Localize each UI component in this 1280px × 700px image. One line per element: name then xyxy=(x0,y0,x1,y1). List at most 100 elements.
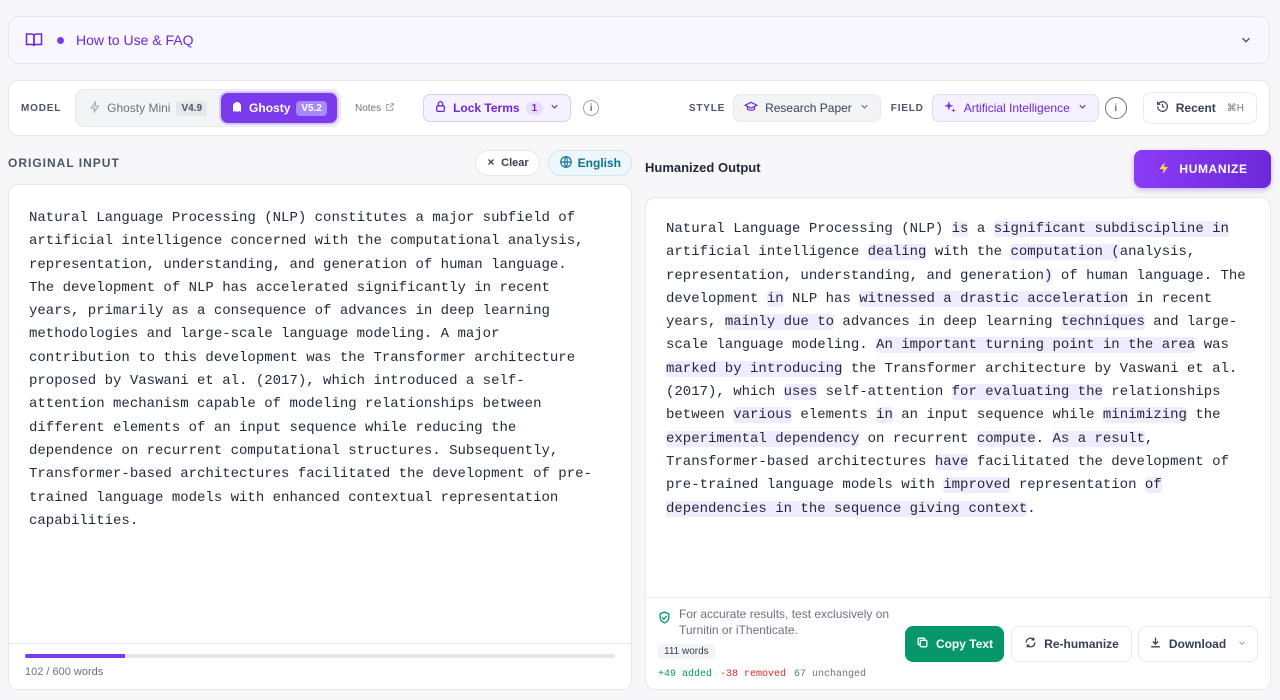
model-name: Ghosty xyxy=(249,101,291,115)
unchanged-phrase: artificial intelligence xyxy=(666,244,868,261)
chevron-down-icon xyxy=(1077,101,1088,115)
input-word-count: 102 / 600 words xyxy=(25,666,104,678)
unchanged-count: 67 unchanged xyxy=(794,669,867,680)
recent-label: Recent xyxy=(1175,101,1216,115)
accuracy-disclaimer: For accurate results, test exclusively o… xyxy=(658,606,898,638)
removed-count: -38 removed xyxy=(720,669,787,680)
changed-phrase: As a result xyxy=(1052,430,1145,447)
recent-button[interactable]: Recent ⌘H xyxy=(1142,92,1257,124)
changed-phrase: in xyxy=(766,290,784,307)
download-icon xyxy=(1149,636,1162,652)
changed-phrase: experimental dependency xyxy=(666,430,860,447)
re-humanize-button[interactable]: Re-humanize xyxy=(1011,626,1132,662)
changed-phrase: computation ( xyxy=(1010,244,1120,261)
model-selector: Ghosty Mini V4.9 Ghosty V5.2 xyxy=(75,89,341,127)
copy-label: Copy Text xyxy=(935,637,994,651)
humanize-label: HUMANIZE xyxy=(1179,162,1248,176)
sparkle-icon xyxy=(943,100,957,117)
output-footer: For accurate results, test exclusively o… xyxy=(646,597,1270,689)
changed-phrase: improved xyxy=(943,477,1011,494)
field-select[interactable]: Artificial Intelligence xyxy=(931,94,1099,122)
progress-fill xyxy=(25,654,126,658)
unchanged-phrase: representation xyxy=(1010,477,1145,494)
original-input-text[interactable]: Natural Language Processing (NLP) consti… xyxy=(29,207,619,533)
model-ghosty-mini-button[interactable]: Ghosty Mini V4.9 xyxy=(79,93,217,123)
bolt-icon xyxy=(89,99,101,116)
changed-phrase: minimizing xyxy=(1102,407,1187,424)
unchanged-phrase: a xyxy=(968,221,994,237)
chevron-down-icon[interactable] xyxy=(1239,33,1253,47)
changed-phrase: marked by introducing xyxy=(666,360,843,377)
download-label: Download xyxy=(1168,637,1227,651)
original-input-panel[interactable]: Natural Language Processing (NLP) consti… xyxy=(8,184,632,690)
humanized-output-panel: Natural Language Processing (NLP) is a s… xyxy=(645,197,1271,690)
unchanged-phrase: . xyxy=(1027,500,1036,517)
lock-icon xyxy=(434,100,447,116)
style-select[interactable]: Research Paper xyxy=(733,94,881,122)
unchanged-phrase: Natural Language Processing (NLP) xyxy=(666,221,952,237)
language-button[interactable]: English xyxy=(547,150,632,176)
notes-link[interactable]: Notes xyxy=(355,102,395,115)
added-count: +49 added xyxy=(658,669,713,680)
faq-dot xyxy=(57,36,64,44)
clear-button[interactable]: Clear xyxy=(475,150,540,176)
changed-phrase: various xyxy=(733,407,793,424)
lock-terms-label: Lock Terms xyxy=(453,101,520,115)
history-icon xyxy=(1156,100,1169,116)
copy-text-button[interactable]: Copy Text xyxy=(905,626,1004,662)
recent-shortcut: ⌘H xyxy=(1226,102,1244,114)
word-limit-progress xyxy=(25,654,615,658)
changed-phrase: for evaluating the xyxy=(951,384,1103,401)
lock-terms-button[interactable]: Lock Terms 1 xyxy=(423,94,572,122)
unchanged-phrase: the xyxy=(1186,407,1221,424)
changed-phrase: dealing xyxy=(867,244,927,261)
unchanged-phrase: elements xyxy=(792,407,877,424)
field-info-icon[interactable]: i xyxy=(1104,97,1127,119)
field-value: Artificial Intelligence xyxy=(963,101,1070,115)
graduation-cap-icon xyxy=(743,100,759,117)
download-button[interactable]: Download xyxy=(1138,626,1258,662)
faq-title: How to Use & FAQ xyxy=(76,32,194,48)
chevron-down-icon xyxy=(1237,637,1247,651)
changed-phrase: compute xyxy=(976,430,1036,447)
humanized-output-title: Humanized Output xyxy=(645,160,761,175)
faq-bar[interactable]: How to Use & FAQ xyxy=(8,16,1270,64)
clear-label: Clear xyxy=(501,157,529,169)
info-icon[interactable]: i xyxy=(583,100,600,116)
unchanged-phrase: NLP has xyxy=(783,290,860,307)
unchanged-phrase: was xyxy=(1195,337,1229,354)
unchanged-phrase: self-attention xyxy=(817,384,952,401)
close-icon xyxy=(486,157,496,170)
model-version-badge: V5.2 xyxy=(296,100,327,116)
external-link-icon xyxy=(385,102,395,115)
model-version-badge: V4.9 xyxy=(176,100,208,116)
ghost-icon xyxy=(231,101,243,116)
language-label: English xyxy=(577,156,621,170)
refresh-icon xyxy=(1024,636,1037,652)
original-input-title: ORIGINAL INPUT xyxy=(8,156,120,170)
unchanged-phrase: an input sequence while xyxy=(892,407,1103,424)
changed-phrase: An important turning point in the area xyxy=(876,337,1196,354)
globe-icon xyxy=(559,155,573,172)
shield-check-icon xyxy=(658,611,671,638)
bolt-icon xyxy=(1157,161,1171,178)
changed-phrase: techniques xyxy=(1060,314,1145,331)
unchanged-phrase: advances in deep learning xyxy=(834,314,1061,331)
chevron-down-icon xyxy=(859,101,870,115)
re-humanize-label: Re-humanize xyxy=(1044,637,1119,651)
notes-label: Notes xyxy=(354,102,382,114)
humanize-button[interactable]: HUMANIZE xyxy=(1134,150,1271,188)
changed-phrase: have xyxy=(934,453,969,470)
changed-phrase: uses xyxy=(783,384,818,401)
input-header: ORIGINAL INPUT Clear English xyxy=(8,148,632,178)
settings-toolbar: MODEL Ghosty Mini V4.9 Ghosty V5.2 Notes… xyxy=(8,80,1270,136)
lock-terms-count-badge: 1 xyxy=(525,101,544,115)
humanized-output-text[interactable]: Natural Language Processing (NLP) is a s… xyxy=(666,218,1256,521)
changed-phrase: in xyxy=(876,407,893,424)
model-ghosty-button[interactable]: Ghosty V5.2 xyxy=(221,93,337,123)
field-label: FIELD xyxy=(890,102,924,114)
changed-phrase: witnessed a drastic acceleration xyxy=(859,290,1129,307)
changed-phrase: mainly due to xyxy=(724,314,835,331)
unchanged-phrase: . xyxy=(1035,430,1053,447)
copy-icon xyxy=(916,636,929,652)
